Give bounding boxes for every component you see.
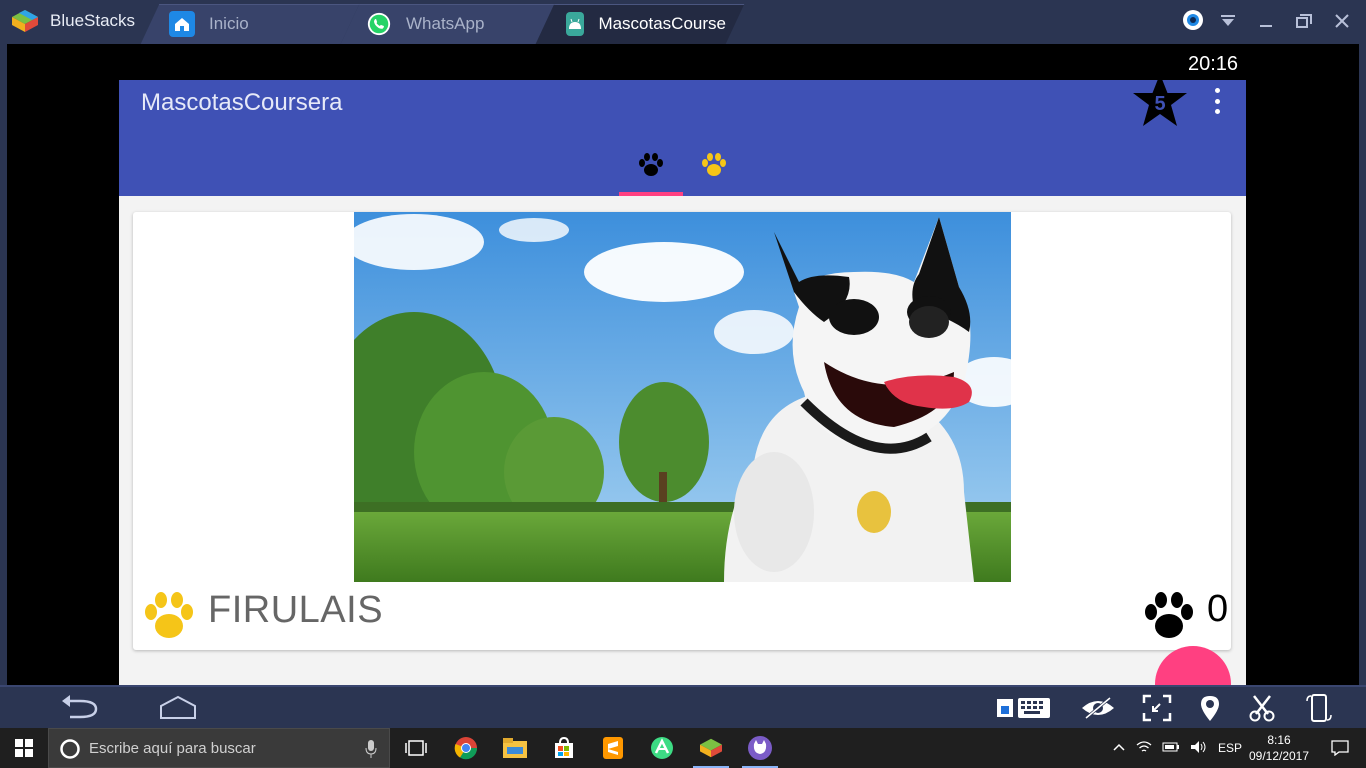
pet-name: FIRULAIS	[208, 589, 384, 631]
paw-yellow-icon[interactable]	[139, 586, 199, 651]
bluestacks-logo-icon	[10, 8, 40, 39]
android-studio-icon[interactable]	[638, 728, 686, 768]
whatsapp-icon	[366, 11, 392, 37]
scissors-icon[interactable]	[1246, 693, 1278, 723]
back-icon[interactable]	[58, 693, 102, 723]
minimize-icon[interactable]	[1258, 12, 1274, 33]
favorites-count: 5	[1154, 93, 1166, 115]
android-app: MascotasCoursera 5 FIRULAIS 0	[119, 80, 1246, 685]
paw-black-icon	[639, 153, 663, 176]
file-explorer-icon[interactable]	[491, 728, 539, 768]
home-icon	[169, 11, 195, 37]
maximize-icon[interactable]	[1296, 12, 1312, 33]
tab-mascotas[interactable]: MascotasCourse	[566, 4, 726, 44]
cortana-icon	[60, 739, 80, 759]
store-icon[interactable]	[540, 728, 588, 768]
sublime-text-icon[interactable]	[589, 728, 637, 768]
bluestacks-taskbar-icon[interactable]	[687, 728, 735, 768]
bluestacks-bottom-toolbar	[0, 685, 1366, 728]
battery-icon[interactable]	[1162, 741, 1180, 756]
taskbar-search-box[interactable]: Escribe aquí para buscar	[48, 728, 390, 768]
app-title: MascotasCoursera	[141, 89, 343, 116]
tab-whatsapp[interactable]: WhatsApp	[366, 4, 484, 44]
taskbar-time: 8:16	[1267, 733, 1291, 747]
pet-photo	[354, 212, 1011, 582]
windows-taskbar: Escribe aquí para buscar ESP 8:16 09/12/…	[0, 728, 1366, 768]
tray-chevron-up-icon[interactable]	[1112, 741, 1126, 755]
status-clock: 20:16	[1188, 53, 1239, 75]
add-fab-button[interactable]	[1155, 646, 1231, 685]
bluestacks-title: BlueStacks	[50, 11, 136, 30]
tab-pets[interactable]	[619, 144, 683, 196]
wifi-icon[interactable]	[1136, 740, 1152, 757]
location-icon[interactable]	[1196, 693, 1224, 723]
app-player-icon[interactable]	[736, 728, 784, 768]
likes-count: 0	[1207, 588, 1229, 630]
tab-whatsapp-label: WhatsApp	[406, 14, 485, 33]
taskbar-date: 09/12/2017	[1248, 749, 1310, 763]
tab-inicio-label: Inicio	[209, 14, 249, 33]
app-toolbar: MascotasCoursera 5	[119, 80, 1246, 196]
system-tray: ESP	[1112, 728, 1242, 768]
home-icon[interactable]	[156, 693, 200, 723]
rotate-icon[interactable]	[1302, 693, 1336, 723]
android-app-icon	[566, 12, 585, 36]
microphone-icon[interactable]	[365, 740, 377, 758]
pet-card[interactable]: FIRULAIS 0	[133, 212, 1231, 650]
fullscreen-icon[interactable]	[1140, 693, 1174, 723]
tab-indicator	[619, 192, 683, 196]
taskbar-clock[interactable]: 8:16 09/12/2017	[1244, 732, 1314, 764]
chrome-icon[interactable]	[442, 728, 490, 768]
volume-icon[interactable]	[1190, 740, 1208, 757]
window-controls	[1182, 8, 1350, 36]
bluestacks-titlebar: BlueStacks Inicio WhatsApp MascotasCours…	[0, 0, 1366, 44]
notifications-icon[interactable]	[1318, 728, 1362, 768]
close-icon[interactable]	[1334, 12, 1350, 33]
paw-yellow-icon	[702, 153, 726, 176]
tab-mascotas-label: MascotasCourse	[598, 14, 726, 33]
windows-start-icon[interactable]	[0, 728, 48, 768]
dropdown-icon[interactable]	[1220, 12, 1236, 33]
overflow-menu-icon[interactable]	[1209, 88, 1225, 114]
paw-black-icon[interactable]	[1139, 586, 1199, 651]
tab-profile[interactable]	[682, 144, 746, 196]
eye-icon[interactable]	[1078, 693, 1118, 723]
account-icon[interactable]	[1182, 9, 1203, 36]
search-placeholder: Escribe aquí para buscar	[89, 740, 256, 757]
language-indicator[interactable]: ESP	[1218, 741, 1242, 755]
tab-inicio[interactable]: Inicio	[169, 4, 249, 44]
task-view-icon[interactable]	[392, 728, 440, 768]
keyboard-icon[interactable]	[994, 693, 1054, 723]
